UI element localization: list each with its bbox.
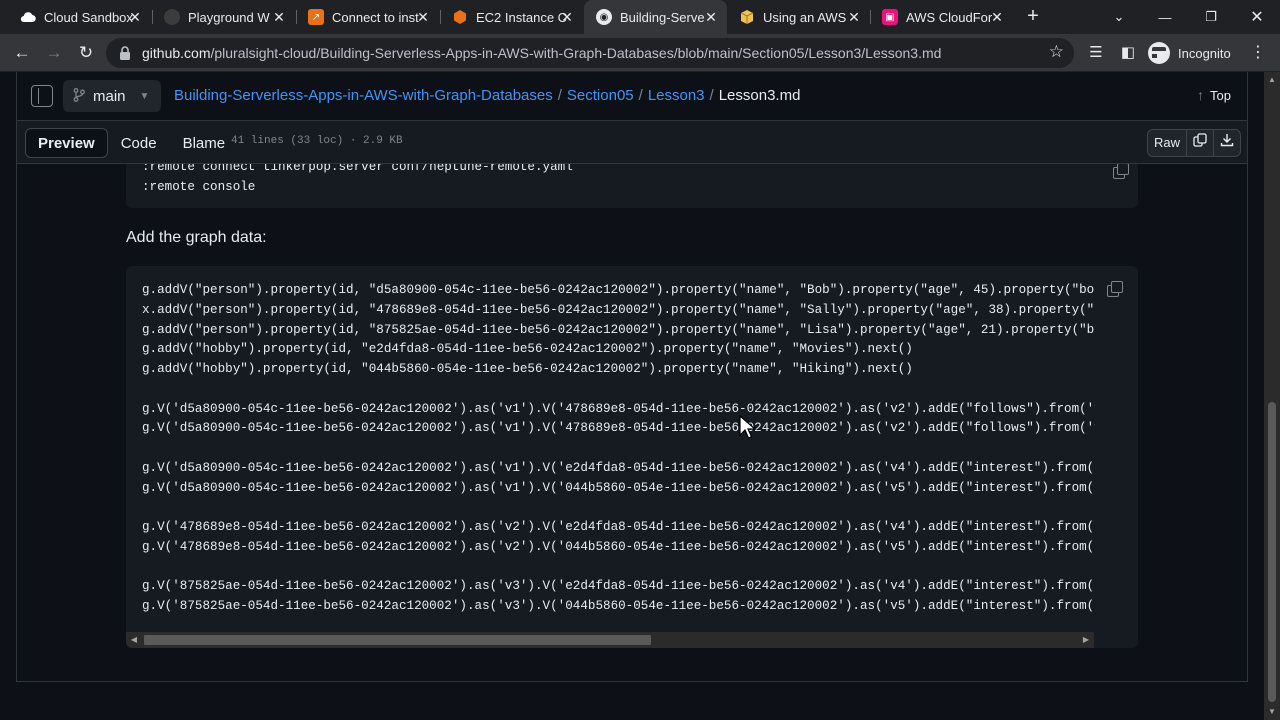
window-close-icon[interactable]: ✕ [1234,0,1280,34]
code-block-remote: :remote connect tinkerpop.server conf/ne… [126,164,1138,208]
download-icon [1220,134,1234,147]
cloud-icon [20,9,36,25]
breadcrumb-separator: / [557,87,562,104]
code-text: g.addV("person").property(id, "d5a80900-… [142,283,1095,613]
bookmark-star-icon[interactable]: ☆ [1049,42,1064,62]
mouse-cursor-icon [739,415,757,439]
sidebar-toggle-icon[interactable] [31,85,53,107]
url-path: /pluralsight-cloud/Building-Serverless-A… [210,45,942,61]
breadcrumb-section-link[interactable]: Section05 [567,87,634,104]
copy-icon[interactable] [1112,164,1129,179]
paragraph-text: Add the graph data: [126,229,267,246]
lock-icon [120,46,130,60]
new-tab-button[interactable]: + [1022,6,1044,28]
page-vertical-scrollbar[interactable]: ▲ ▼ [1264,72,1280,720]
reading-list-icon[interactable]: ☰ [1086,43,1106,63]
playground-icon [164,9,180,25]
tab-title: AWS CloudFor [906,9,993,25]
breadcrumb: Building-Serverless-Apps-in-AWS-with-Gra… [174,87,800,104]
arrow-up-icon: ↑ [1197,87,1205,103]
close-icon[interactable]: ✕ [271,9,287,25]
tab-search-chevron-down-icon[interactable]: ⌄ [1096,0,1142,34]
top-button[interactable]: ↑ Top [1197,87,1231,103]
breadcrumb-current-file: Lesson3.md [718,87,801,104]
side-panel-icon[interactable]: ◧ [1118,43,1138,63]
minimize-icon[interactable]: — [1142,0,1188,34]
branch-icon [73,87,85,105]
scrollbar-thumb[interactable] [144,635,651,645]
scroll-right-icon[interactable]: ▶ [1078,632,1094,648]
tab-title: Building-Serve [620,9,705,25]
close-icon[interactable]: ✕ [127,9,143,25]
scrollbar-thumb[interactable] [1268,402,1276,702]
incognito-badge[interactable]: Incognito [1148,40,1231,66]
browser-tab-active[interactable]: ◉ Building-Serve ✕ [584,0,727,34]
browser-toolbar: ← → ↻ github.com/pluralsight-cloud/Build… [0,34,1280,72]
scroll-left-icon[interactable]: ◀ [126,632,142,648]
copy-raw-button[interactable] [1186,129,1214,157]
tab-title: Connect to inst [332,9,419,25]
breadcrumb-lesson-link[interactable]: Lesson3 [648,87,705,104]
browser-tab[interactable]: Cloud Sandbox ✕ [8,0,151,34]
file-meta: 41 lines (33 loc) · 2.9 KB [231,135,403,147]
tab-title: EC2 Instance C [476,9,568,25]
file-view-toolbar: Preview Code Blame 41 lines (33 loc) · 2… [16,120,1248,164]
tab-blame[interactable]: Blame [170,128,239,158]
url-text: github.com/pluralsight-cloud/Building-Se… [142,45,941,61]
restore-icon[interactable]: ❐ [1188,0,1234,34]
view-mode-tabs: Preview Code Blame [25,128,238,158]
reload-icon[interactable]: ↻ [74,41,98,65]
github-icon: ◉ [596,9,612,25]
close-icon[interactable]: ✕ [989,9,1005,25]
aws-icon: ↗ [308,9,324,25]
close-icon[interactable]: ✕ [703,9,719,25]
breadcrumb-repo-link[interactable]: Building-Serverless-Apps-in-AWS-with-Gra… [174,87,553,104]
browser-tab[interactable]: Playground W ✕ [152,0,295,34]
browser-tab[interactable]: ▣ AWS CloudFor ✕ [870,0,1013,34]
browser-menu-icon[interactable]: ⋮ [1250,43,1266,63]
branch-selector[interactable]: main ▼ [63,80,161,112]
tab-title: Using an AWS [763,9,847,25]
url-host: github.com [142,45,211,61]
scroll-down-icon[interactable]: ▼ [1264,704,1280,720]
horizontal-scrollbar[interactable]: ◀ ▶ [126,632,1094,648]
tab-title: Playground W [188,9,270,25]
download-button[interactable] [1213,129,1241,157]
top-label: Top [1210,87,1231,103]
tab-title: Cloud Sandbox [44,9,133,25]
browser-tab[interactable]: ↗ Connect to inst ✕ [296,0,439,34]
copy-icon [1193,133,1207,147]
code-block-graph-data: g.addV("person").property(id, "d5a80900-… [126,266,1138,648]
tab-code[interactable]: Code [108,128,170,158]
breadcrumb-separator: / [709,87,714,104]
cloudformation-icon: ▣ [882,9,898,25]
raw-button[interactable]: Raw [1147,129,1187,157]
code-scroll-area: g.addV("person").property(id, "d5a80900-… [142,266,1095,632]
incognito-icon [1148,42,1176,64]
breadcrumb-separator: / [638,87,643,104]
browser-tab[interactable]: Using an AWS ✕ [727,0,870,34]
back-arrow-icon[interactable]: ← [10,41,34,65]
forward-arrow-icon[interactable]: → [42,41,66,65]
caret-down-icon: ▼ [139,90,150,102]
tab-preview[interactable]: Preview [25,128,108,158]
branch-name: main [93,87,126,105]
close-icon[interactable]: ✕ [846,9,862,25]
close-icon[interactable]: ✕ [559,9,575,25]
markdown-content: :remote connect tinkerpop.server conf/ne… [16,164,1248,682]
box-icon [739,9,755,25]
browser-tab[interactable]: EC2 Instance C ✕ [440,0,583,34]
address-bar[interactable]: github.com/pluralsight-cloud/Building-Se… [106,38,1074,68]
scroll-up-icon[interactable]: ▲ [1264,72,1280,88]
incognito-label: Incognito [1178,45,1231,61]
close-icon[interactable]: ✕ [415,9,431,25]
ec2-icon [452,9,468,25]
code-text: :remote connect tinkerpop.server conf/ne… [142,164,573,194]
copy-icon[interactable] [1106,280,1123,297]
file-header: main ▼ Building-Serverless-Apps-in-AWS-w… [16,72,1248,120]
browser-tab-strip: Cloud Sandbox ✕ Playground W ✕ ↗ Connect… [0,0,1280,34]
